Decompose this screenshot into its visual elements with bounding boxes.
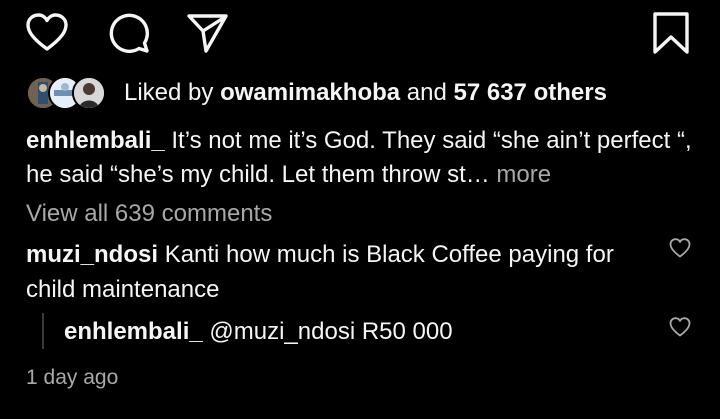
reply-username-link[interactable]: enhlembali_ bbox=[64, 318, 203, 345]
caption-more-link[interactable]: more bbox=[496, 161, 551, 188]
comment-item: muzi_ndosi Kanti how much is Black Coffe… bbox=[26, 237, 646, 307]
likes-prefix: Liked by bbox=[124, 79, 214, 106]
share-button[interactable] bbox=[184, 10, 230, 56]
likes-count-link[interactable]: 57 637 others bbox=[454, 79, 607, 106]
view-all-comments-link[interactable]: View all 639 comments bbox=[26, 199, 272, 229]
heart-outline-icon bbox=[668, 315, 692, 339]
post-caption: enhlembali_ It’s not me it’s God. They s… bbox=[26, 124, 702, 192]
avatar[interactable] bbox=[72, 76, 106, 110]
likes-summary: Liked by owamimakhoba and 57 637 others bbox=[26, 74, 706, 110]
comment-username-link[interactable]: muzi_ndosi bbox=[26, 241, 158, 268]
liker-avatars bbox=[26, 76, 110, 110]
caption-ellipsis: … bbox=[465, 161, 490, 188]
heart-outline-icon bbox=[24, 10, 70, 56]
paper-plane-icon bbox=[184, 10, 230, 56]
caption-username-link[interactable]: enhlembali_ bbox=[26, 127, 165, 154]
likes-text: Liked by owamimakhoba and 57 637 others bbox=[124, 78, 607, 108]
reply-text: @muzi_ndosi R50 000 bbox=[209, 318, 453, 345]
heart-outline-icon bbox=[668, 236, 692, 260]
like-button[interactable] bbox=[24, 10, 70, 56]
save-button[interactable] bbox=[648, 10, 694, 56]
post-action-bar bbox=[24, 10, 694, 56]
liker-username-link[interactable]: owamimakhoba bbox=[220, 79, 400, 106]
bookmark-outline-icon bbox=[648, 10, 694, 56]
likes-connector: and bbox=[406, 79, 447, 106]
reply-like-button[interactable] bbox=[668, 315, 692, 339]
reply-item: enhlembali_ @muzi_ndosi R50 000 bbox=[64, 316, 453, 348]
comment-like-button[interactable] bbox=[668, 236, 692, 260]
comment-button[interactable] bbox=[106, 10, 152, 56]
post-timestamp: 1 day ago bbox=[26, 366, 119, 389]
speech-bubble-icon bbox=[106, 10, 152, 56]
reply-thread-line bbox=[42, 313, 44, 349]
